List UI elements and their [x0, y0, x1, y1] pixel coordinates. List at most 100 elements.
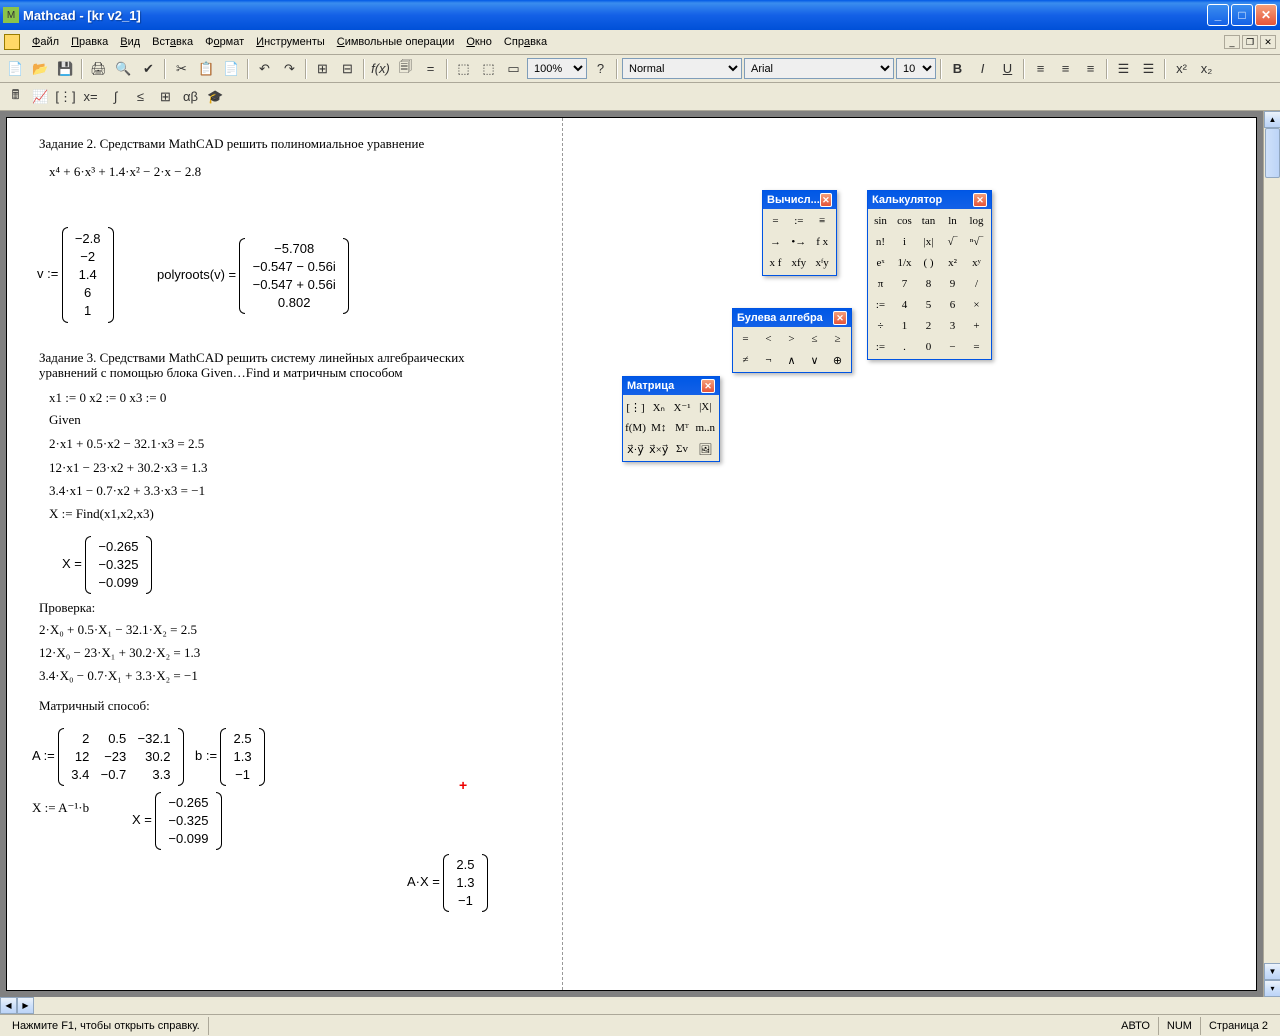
save-button[interactable]: 💾: [54, 58, 77, 80]
minimize-button[interactable]: _: [1207, 4, 1229, 26]
mat-insert[interactable]: [⋮]: [625, 397, 646, 417]
bullets-button[interactable]: ☰: [1112, 58, 1135, 80]
eval-xfy[interactable]: xfy: [788, 253, 809, 273]
calc-cell-29[interactable]: +: [966, 316, 987, 336]
calc-cell-12[interactable]: ( ): [918, 253, 939, 273]
open-button[interactable]: 📂: [29, 58, 52, 80]
calc-cell-8[interactable]: √‾: [942, 232, 963, 252]
calc-cell-34[interactable]: =: [966, 337, 987, 357]
eval-palette[interactable]: Вычисл...✕ = := ≡ → •→ f x x f xfy xᶠy: [762, 190, 837, 276]
mat-range[interactable]: m..n: [695, 418, 716, 438]
mat-sub[interactable]: Xₙ: [648, 397, 669, 417]
symbolic-palette-button[interactable]: 🎓: [204, 86, 227, 108]
calc-cell-22[interactable]: 5: [918, 295, 939, 315]
mdi-close-button[interactable]: ✕: [1260, 35, 1276, 49]
programming-palette-button[interactable]: ⊞: [154, 86, 177, 108]
eval-xfy2[interactable]: xᶠy: [812, 253, 833, 273]
calc-cell-32[interactable]: 0: [918, 337, 939, 357]
print-preview-button[interactable]: 🔍: [112, 58, 135, 80]
mat-t[interactable]: Mᵀ: [672, 418, 693, 438]
calc-cell-27[interactable]: 2: [918, 316, 939, 336]
greek-palette-button[interactable]: αβ: [179, 86, 202, 108]
font-combo[interactable]: Arial: [744, 58, 894, 79]
bool-lt[interactable]: <: [758, 329, 779, 349]
bool-le[interactable]: ≤: [804, 329, 825, 349]
eval-palette-close-icon[interactable]: ✕: [820, 193, 832, 207]
calculator-palette[interactable]: Калькулятор✕ sincostanlnlogn!i|x|√‾ⁿ√‾eˣ…: [867, 190, 992, 360]
maximize-button[interactable]: □: [1231, 4, 1253, 26]
eval-xf[interactable]: x f: [765, 253, 786, 273]
eval-symarrow[interactable]: •→: [788, 232, 809, 252]
matrix-palette-close-icon[interactable]: ✕: [701, 379, 715, 393]
cut-button[interactable]: ✂: [170, 58, 193, 80]
bool-xor[interactable]: ⊕: [827, 350, 848, 370]
component-button[interactable]: ⬚: [452, 58, 475, 80]
calc-cell-20[interactable]: :=: [870, 295, 891, 315]
mat-inv[interactable]: X⁻¹: [672, 397, 693, 417]
mat-sum[interactable]: Σv: [672, 439, 693, 459]
bool-and[interactable]: ∧: [781, 350, 802, 370]
calculator-palette-button[interactable]: 🖩: [4, 86, 27, 108]
horizontal-scrollbar[interactable]: ◀ ▶: [0, 997, 1280, 1014]
help-button[interactable]: ?: [589, 58, 612, 80]
calc-cell-2[interactable]: tan: [918, 211, 939, 231]
menu-symbolic[interactable]: Символьные операции: [331, 34, 461, 50]
eval-fx[interactable]: f x: [812, 232, 833, 252]
sub-button[interactable]: x₂: [1195, 58, 1218, 80]
calc-cell-17[interactable]: 8: [918, 274, 939, 294]
mat-pic[interactable]: 🖼: [695, 439, 716, 459]
calc-cell-0[interactable]: sin: [870, 211, 891, 231]
scroll-page-button[interactable]: ▾: [1264, 980, 1280, 997]
calc-cell-24[interactable]: ×: [966, 295, 987, 315]
bool-eq[interactable]: =: [735, 329, 756, 349]
calc-cell-11[interactable]: 1/x: [894, 253, 915, 273]
calc-cell-25[interactable]: ÷: [870, 316, 891, 336]
align2-button[interactable]: ⊟: [336, 58, 359, 80]
mat-col[interactable]: M↕: [648, 418, 669, 438]
scroll-up-button[interactable]: ▲: [1264, 111, 1280, 128]
graph-palette-button[interactable]: 📈: [29, 86, 52, 108]
copy-button[interactable]: 📋: [195, 58, 218, 80]
calc-cell-10[interactable]: eˣ: [870, 253, 891, 273]
style-combo[interactable]: Normal: [622, 58, 742, 79]
calc-cell-16[interactable]: 7: [894, 274, 915, 294]
bool-or[interactable]: ∨: [804, 350, 825, 370]
eval-palette-button[interactable]: x=: [79, 86, 102, 108]
bool-gt[interactable]: >: [781, 329, 802, 349]
mdi-restore-button[interactable]: ❐: [1242, 35, 1258, 49]
menu-window[interactable]: Окно: [460, 34, 498, 50]
component3-button[interactable]: ▭: [502, 58, 525, 80]
calc-cell-13[interactable]: x²: [942, 253, 963, 273]
align-center-button[interactable]: ≡: [1054, 58, 1077, 80]
menu-help[interactable]: Справка: [498, 34, 553, 50]
calc-cell-9[interactable]: ⁿ√‾: [966, 232, 987, 252]
calc-cell-14[interactable]: xʸ: [966, 253, 987, 273]
mat-f[interactable]: f(M): [625, 418, 646, 438]
zoom-combo[interactable]: 100%: [527, 58, 587, 79]
bool-ne[interactable]: ≠: [735, 350, 756, 370]
calc-cell-18[interactable]: 9: [942, 274, 963, 294]
calculator-palette-close-icon[interactable]: ✕: [973, 193, 987, 207]
spellcheck-button[interactable]: ✔: [137, 58, 160, 80]
mdi-minimize-button[interactable]: _: [1224, 35, 1240, 49]
calc-cell-3[interactable]: ln: [942, 211, 963, 231]
italic-button[interactable]: I: [971, 58, 994, 80]
calc-cell-33[interactable]: −: [942, 337, 963, 357]
menu-view[interactable]: Вид: [114, 34, 146, 50]
vertical-scrollbar[interactable]: ▲ ▼ ▾: [1263, 111, 1280, 997]
menu-insert[interactable]: Вставка: [146, 34, 199, 50]
boolean-palette[interactable]: Булева алгебра✕ = < > ≤ ≥ ≠ ¬ ∧ ∨ ⊕: [732, 308, 852, 373]
document-page[interactable]: Задание 2. Средствами MathCAD решить пол…: [6, 117, 1257, 991]
hscroll-right-button[interactable]: ▶: [17, 997, 34, 1014]
calc-cell-7[interactable]: |x|: [918, 232, 939, 252]
hscroll-left-button[interactable]: ◀: [0, 997, 17, 1014]
calc-cell-31[interactable]: .: [894, 337, 915, 357]
bold-button[interactable]: B: [946, 58, 969, 80]
calc-cell-26[interactable]: 1: [894, 316, 915, 336]
paste-button[interactable]: 📄: [220, 58, 243, 80]
calc-button[interactable]: =: [419, 58, 442, 80]
menu-file[interactable]: Файл: [26, 34, 65, 50]
size-combo[interactable]: 10: [896, 58, 936, 79]
calc-cell-21[interactable]: 4: [894, 295, 915, 315]
boolean-palette-close-icon[interactable]: ✕: [833, 311, 847, 325]
